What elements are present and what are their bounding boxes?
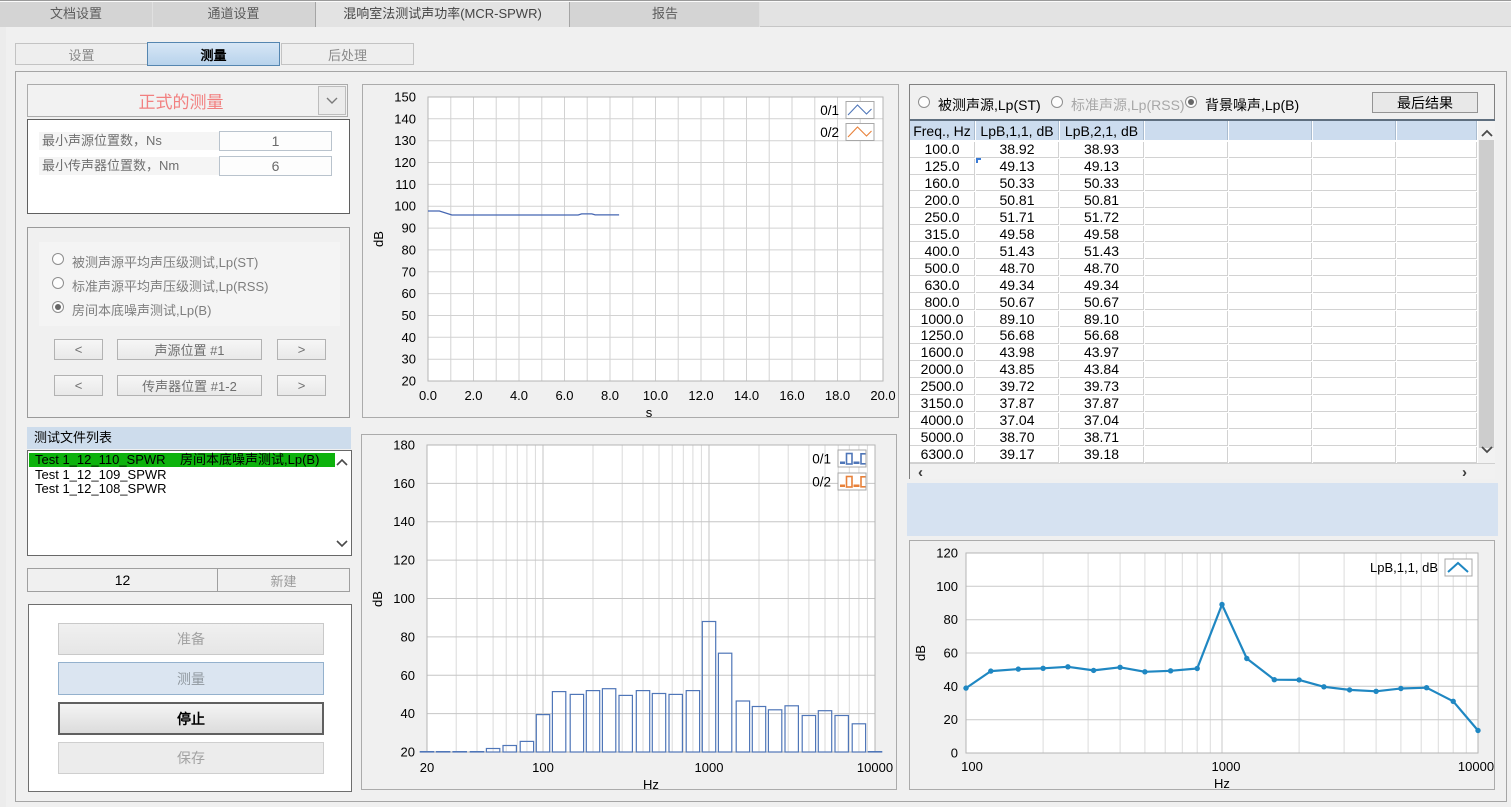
svg-text:100: 100: [393, 591, 415, 606]
svg-text:12.0: 12.0: [688, 388, 713, 403]
svg-text:20: 20: [402, 374, 416, 389]
svg-text:6.0: 6.0: [555, 388, 573, 403]
svg-text:2.0: 2.0: [464, 388, 482, 403]
svg-text:10.0: 10.0: [643, 388, 668, 403]
svg-text:14.0: 14.0: [734, 388, 759, 403]
svg-text:dB: dB: [370, 591, 385, 607]
svg-text:Hz: Hz: [1214, 776, 1230, 791]
svg-text:20: 20: [420, 760, 434, 775]
svg-text:10000: 10000: [857, 760, 893, 775]
svg-text:40: 40: [402, 330, 416, 345]
svg-text:50: 50: [402, 308, 416, 323]
svg-text:20: 20: [401, 745, 415, 760]
svg-text:0/1: 0/1: [820, 103, 839, 118]
svg-text:140: 140: [393, 514, 415, 529]
svg-text:40: 40: [944, 679, 958, 694]
svg-text:20: 20: [944, 712, 958, 727]
svg-text:120: 120: [936, 546, 958, 561]
svg-text:40: 40: [401, 706, 415, 721]
svg-text:60: 60: [401, 668, 415, 683]
svg-text:120: 120: [393, 553, 415, 568]
svg-text:18.0: 18.0: [825, 388, 850, 403]
svg-text:8.0: 8.0: [601, 388, 619, 403]
svg-text:60: 60: [944, 646, 958, 661]
svg-text:s: s: [646, 405, 653, 419]
svg-text:180: 180: [393, 438, 415, 453]
svg-text:0/2: 0/2: [812, 475, 831, 490]
svg-text:100: 100: [532, 760, 554, 775]
svg-text:LpB,1,1, dB: LpB,1,1, dB: [1370, 560, 1438, 575]
svg-text:80: 80: [401, 629, 415, 644]
svg-text:140: 140: [394, 111, 416, 126]
svg-text:130: 130: [394, 133, 416, 148]
svg-text:100: 100: [961, 759, 983, 774]
svg-text:60: 60: [402, 286, 416, 301]
svg-text:16.0: 16.0: [779, 388, 804, 403]
svg-text:10000: 10000: [1458, 759, 1494, 774]
svg-text:Hz: Hz: [643, 777, 659, 791]
svg-text:120: 120: [394, 155, 416, 170]
svg-text:1000: 1000: [1212, 759, 1241, 774]
svg-text:160: 160: [393, 476, 415, 491]
svg-text:80: 80: [944, 612, 958, 627]
svg-text:100: 100: [394, 199, 416, 214]
svg-text:20.0: 20.0: [870, 388, 895, 403]
svg-text:90: 90: [402, 221, 416, 236]
svg-text:70: 70: [402, 264, 416, 279]
svg-text:80: 80: [402, 242, 416, 257]
svg-text:0.0: 0.0: [419, 388, 437, 403]
svg-text:1000: 1000: [695, 760, 724, 775]
svg-text:100: 100: [936, 579, 958, 594]
svg-text:0/1: 0/1: [812, 452, 831, 467]
svg-text:0: 0: [951, 746, 958, 761]
svg-text:4.0: 4.0: [510, 388, 528, 403]
svg-text:dB: dB: [913, 645, 928, 661]
svg-text:dB: dB: [371, 231, 386, 247]
svg-text:110: 110: [395, 177, 416, 192]
svg-text:30: 30: [402, 352, 416, 367]
svg-text:150: 150: [394, 90, 416, 105]
svg-text:0/2: 0/2: [820, 125, 839, 140]
